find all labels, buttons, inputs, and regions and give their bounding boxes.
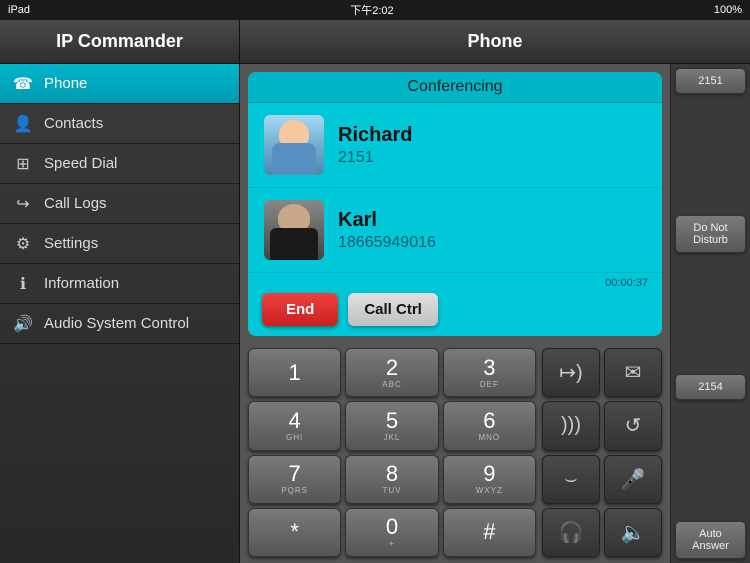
dial-key-8[interactable]: 8TUV xyxy=(345,455,438,504)
device-label: iPad xyxy=(8,4,30,16)
action-btn-transfer[interactable]: ↦) xyxy=(542,348,600,397)
app-container: IP Commander Phone ☎ Phone 👤 Contacts ⊞ … xyxy=(0,20,750,563)
action-btn-volume[interactable]: 🔈 xyxy=(604,508,662,557)
call-logs-icon: ↪ xyxy=(12,194,34,214)
sidebar-label-information: Information xyxy=(44,275,119,292)
action-btn-message[interactable]: ✉ xyxy=(604,348,662,397)
sidebar-item-information[interactable]: ℹ Information xyxy=(0,264,239,304)
section-title: Phone xyxy=(240,31,750,52)
dial-key-3[interactable]: 3DEF xyxy=(443,348,536,397)
end-button[interactable]: End xyxy=(262,293,338,326)
dialpad-grid: 12ABC3DEF 4GHI5JKL6MNO 7PQRS8TUV9WXYZ *0+# xyxy=(248,348,536,557)
avatar-karl xyxy=(264,200,324,260)
information-icon: ℹ xyxy=(12,274,34,294)
caller-number-richard: 2151 xyxy=(338,149,412,167)
rs-btn-0[interactable]: 2151 xyxy=(675,68,746,94)
action-btn-refresh[interactable]: ↺ xyxy=(604,401,662,450)
dial-key-2[interactable]: 2ABC xyxy=(345,348,438,397)
status-bar: iPad 下午2:02 100% xyxy=(0,0,750,20)
call-timer: 00:00:37 xyxy=(262,277,648,289)
app-title: IP Commander xyxy=(0,20,240,63)
action-btn-headset[interactable]: 🎧 xyxy=(542,508,600,557)
sidebar-label-phone: Phone xyxy=(44,75,87,92)
action-panel: ↦)✉)))↺⌣🎤🎧🔈 xyxy=(542,348,662,557)
caller-info-karl: Karl 18665949016 xyxy=(338,209,436,252)
sidebar-item-settings[interactable]: ⚙ Settings xyxy=(0,224,239,264)
sidebar-item-audio-system-control[interactable]: 🔊 Audio System Control xyxy=(0,304,239,344)
sidebar-item-call-logs[interactable]: ↪ Call Logs xyxy=(0,184,239,224)
avatar-richard xyxy=(264,115,324,175)
header: IP Commander Phone xyxy=(0,20,750,64)
speed-dial-icon: ⊞ xyxy=(12,154,34,174)
sidebar-item-speed-dial[interactable]: ⊞ Speed Dial xyxy=(0,144,239,184)
conferencing-panel: Conferencing Richard 2151 Karl 186659490… xyxy=(248,72,662,336)
settings-icon: ⚙ xyxy=(12,234,34,254)
call-ctrl-button[interactable]: Call Ctrl xyxy=(348,293,438,326)
dial-key-5[interactable]: 5JKL xyxy=(345,401,438,450)
rs-btn-3[interactable]: Auto Answer xyxy=(675,521,746,559)
caller-name-karl: Karl xyxy=(338,209,436,232)
rs-spacer-2 xyxy=(675,402,746,519)
battery-label: 100% xyxy=(714,4,742,16)
action-btn-mute[interactable]: 🎤 xyxy=(604,455,662,504)
rs-spacer-1 xyxy=(675,255,746,372)
dial-key-9[interactable]: 9WXYZ xyxy=(443,455,536,504)
sidebar-label-settings: Settings xyxy=(44,235,98,252)
dial-key-7[interactable]: 7PQRS xyxy=(248,455,341,504)
conferencing-header: Conferencing xyxy=(248,72,662,103)
status-time: 下午2:02 xyxy=(350,2,393,18)
caller-name-richard: Richard xyxy=(338,124,412,147)
action-btn-speaker[interactable]: ))) xyxy=(542,401,600,450)
dialpad-section: 12ABC3DEF4GHI5JKL6MNO7PQRS8TUV9WXYZ*0+# … xyxy=(240,344,670,563)
body-container: ☎ Phone 👤 Contacts ⊞ Speed Dial ↪ Call L… xyxy=(0,64,750,563)
rs-btn-2[interactable]: 2154 xyxy=(675,374,746,400)
sidebar: ☎ Phone 👤 Contacts ⊞ Speed Dial ↪ Call L… xyxy=(0,64,240,563)
caller-number-karl: 18665949016 xyxy=(338,234,436,252)
dial-key-1[interactable]: 1 xyxy=(248,348,341,397)
dial-key-4[interactable]: 4GHI xyxy=(248,401,341,450)
dial-key-*[interactable]: * xyxy=(248,508,341,557)
action-btn-hold[interactable]: ⌣ xyxy=(542,455,600,504)
sidebar-label-audio: Audio System Control xyxy=(44,315,189,332)
rs-spacer-0 xyxy=(675,96,746,213)
dial-key-#[interactable]: # xyxy=(443,508,536,557)
contacts-icon: 👤 xyxy=(12,114,34,134)
dial-key-6[interactable]: 6MNO xyxy=(443,401,536,450)
dial-key-0[interactable]: 0+ xyxy=(345,508,438,557)
sidebar-label-call-logs: Call Logs xyxy=(44,195,107,212)
rs-btn-1[interactable]: Do Not Disturb xyxy=(675,215,746,253)
sidebar-label-speed-dial: Speed Dial xyxy=(44,155,117,172)
audio-icon: 🔊 xyxy=(12,314,34,334)
sidebar-item-contacts[interactable]: 👤 Contacts xyxy=(0,104,239,144)
sidebar-item-phone[interactable]: ☎ Phone xyxy=(0,64,239,104)
sidebar-label-contacts: Contacts xyxy=(44,115,103,132)
call-entry-karl: Karl 18665949016 xyxy=(248,188,662,273)
right-sidebar: 2151 Do Not Disturb 2154 Auto Answer xyxy=(670,64,750,563)
phone-icon: ☎ xyxy=(12,74,34,94)
main-content: Conferencing Richard 2151 Karl 186659490… xyxy=(240,64,670,563)
caller-info-richard: Richard 2151 xyxy=(338,124,412,167)
call-entry-richard: Richard 2151 xyxy=(248,103,662,188)
